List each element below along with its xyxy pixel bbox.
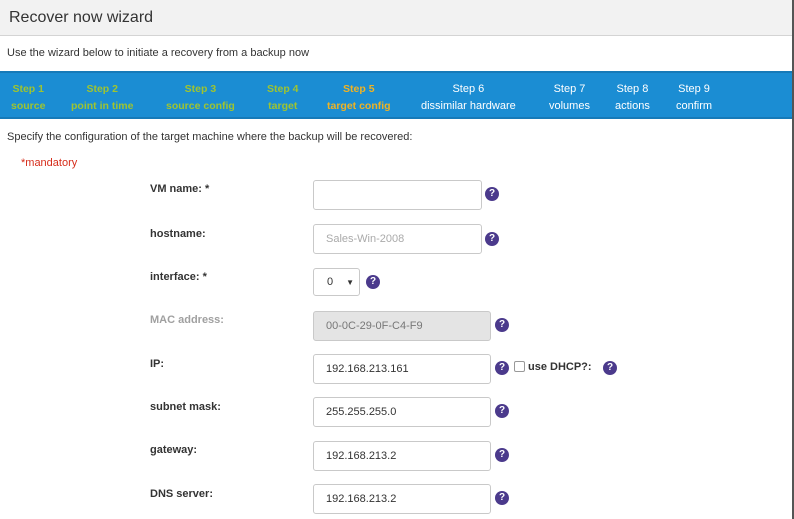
mandatory-note: *mandatory [21,157,78,169]
ip-input[interactable] [313,354,491,384]
step-2-point-in-time[interactable]: Step 2 point in time [71,81,133,115]
step-number: Step 6 [452,83,485,95]
step-number: Step 4 [267,83,299,95]
question-circle-icon[interactable]: ? [366,275,380,289]
step-label: volumes [549,100,590,112]
step-number: Step 7 [553,83,586,95]
hostname-input[interactable] [313,224,482,254]
step-5-target-config[interactable]: Step 5 target config [327,81,391,115]
dns-server-label: DNS server: [150,488,213,500]
step-3-source-config[interactable]: Step 3 source config [166,81,235,115]
subnet-mask-input[interactable] [313,397,491,427]
hostname-label: hostname: [150,228,206,240]
mac-address-field [313,311,491,341]
wizard-intro: Use the wizard below to initiate a recov… [7,47,310,59]
step-9-confirm[interactable]: Step 9 confirm [676,81,712,115]
step-1-source[interactable]: Step 1 source [11,81,45,115]
step-number: Step 8 [616,83,649,95]
gateway-label: gateway: [150,444,198,456]
gateway-input[interactable] [313,441,491,471]
step-7-volumes[interactable]: Step 7 volumes [549,81,590,115]
step-number: Step 2 [86,83,118,95]
step-label: dissimilar hardware [421,100,516,112]
question-circle-icon[interactable]: ? [603,361,617,375]
step-label: actions [615,100,650,112]
form-description: Specify the configuration of the target … [7,131,413,143]
vm-name-label: VM name: * [150,183,210,195]
step-number: Step 9 [678,83,710,95]
subnet-mask-label: subnet mask: [150,401,221,413]
interface-select-value: 0 [327,276,334,288]
chevron-down-icon: ▼ [346,278,354,287]
vm-name-input[interactable] [313,180,482,210]
step-label: target [268,100,298,112]
ip-label: IP: [150,358,165,370]
interface-select[interactable]: 0 ▼ [313,268,360,296]
question-circle-icon[interactable]: ? [495,448,509,462]
step-6-dissimilar-hardware[interactable]: Step 6 dissimilar hardware [421,81,516,115]
question-circle-icon[interactable]: ? [495,318,509,332]
question-circle-icon[interactable]: ? [495,491,509,505]
step-label: source config [166,100,235,112]
dns-server-input[interactable] [313,484,491,514]
step-4-target[interactable]: Step 4 target [267,81,299,115]
step-label: target config [327,100,391,112]
wizard-title-bar: Recover now wizard [0,0,794,36]
wizard-steps-bar: Step 1 source Step 2 point in time Step … [0,71,794,119]
step-label: point in time [71,100,134,112]
use-dhcp-label: use DHCP?: [528,361,592,373]
step-8-actions[interactable]: Step 8 actions [615,81,650,115]
question-circle-icon[interactable]: ? [495,404,509,418]
interface-label: interface: * [150,271,207,283]
use-dhcp-checkbox[interactable] [514,361,525,372]
step-number: Step 1 [12,83,44,95]
step-number: Step 5 [343,83,375,95]
step-label: source [11,100,46,112]
question-circle-icon[interactable]: ? [495,361,509,375]
step-number: Step 3 [184,83,217,95]
mac-address-label: MAC address: [150,314,224,326]
step-label: confirm [676,100,713,112]
question-circle-icon[interactable]: ? [485,187,499,201]
wizard-title: Recover now wizard [9,9,154,26]
question-circle-icon[interactable]: ? [485,232,499,246]
